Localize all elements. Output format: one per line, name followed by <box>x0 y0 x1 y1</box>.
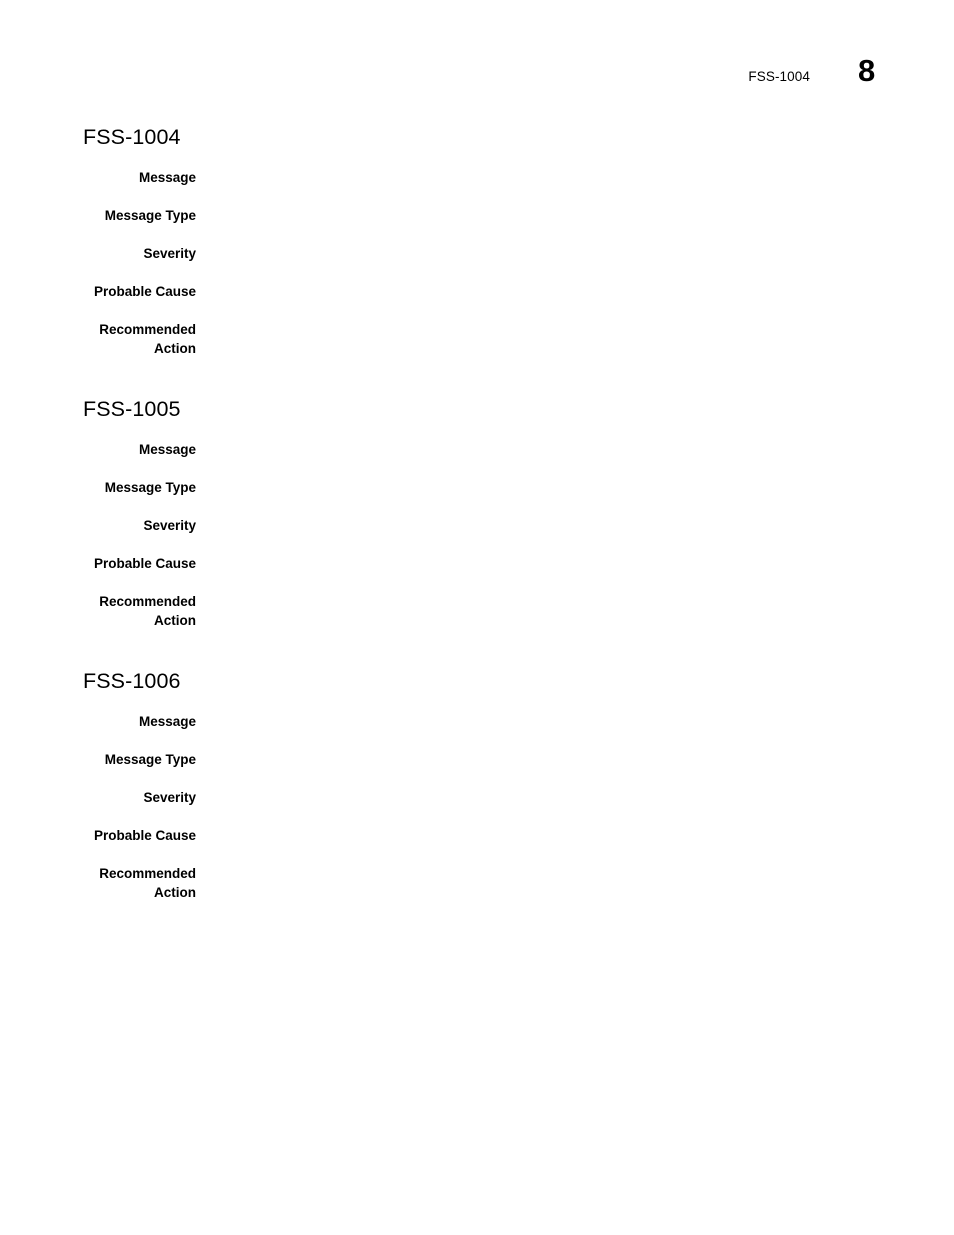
field-label-message: Message <box>138 170 196 185</box>
field-label-message-type: Message Type <box>104 752 196 767</box>
field-label-severity: Severity <box>143 246 196 261</box>
field-row: Message Type <box>0 750 954 769</box>
field-row: Recommended Action <box>0 592 954 630</box>
field-value-severity <box>196 516 954 535</box>
page-content: FSS-1004 Message Message Type Severity P… <box>0 124 954 902</box>
field-row: Message <box>0 440 954 459</box>
field-label-message-type: Message Type <box>104 480 196 495</box>
field-value-message-type <box>196 206 954 225</box>
section-heading: FSS-1005 <box>83 397 181 421</box>
field-row: Probable Cause <box>0 554 954 573</box>
field-row: Recommended Action <box>0 320 954 358</box>
field-list: Message Message Type Severity Probable C… <box>0 168 954 358</box>
field-value-message <box>196 168 954 187</box>
field-row: Severity <box>0 788 954 807</box>
field-row: Message Type <box>0 478 954 497</box>
field-list: Message Message Type Severity Probable C… <box>0 712 954 902</box>
running-header: FSS-1004 8 <box>0 55 880 97</box>
field-value-message <box>196 712 954 731</box>
message-section: FSS-1004 Message Message Type Severity P… <box>0 124 954 358</box>
field-label-probable-cause: Probable Cause <box>93 284 196 299</box>
field-label-recommended-action: Recommended Action <box>99 866 196 900</box>
document-page: FSS-1004 8 FSS-1004 Message Message Type… <box>0 0 954 1235</box>
field-label-probable-cause: Probable Cause <box>93 556 196 571</box>
section-heading: FSS-1004 <box>83 125 181 149</box>
header-document-id: FSS-1004 <box>748 69 810 84</box>
field-label-recommended-action: Recommended Action <box>99 594 196 628</box>
field-value-recommended-action <box>196 320 954 339</box>
field-value-probable-cause <box>196 826 954 845</box>
field-value-severity <box>196 244 954 263</box>
field-value-message-type <box>196 750 954 769</box>
section-heading: FSS-1006 <box>83 669 181 693</box>
field-label-message: Message <box>138 714 196 729</box>
message-section: FSS-1006 Message Message Type Severity P… <box>0 668 954 902</box>
field-row: Probable Cause <box>0 826 954 845</box>
field-label-message: Message <box>138 442 196 457</box>
field-row: Message <box>0 168 954 187</box>
field-value-probable-cause <box>196 554 954 573</box>
field-list: Message Message Type Severity Probable C… <box>0 440 954 630</box>
field-row: Probable Cause <box>0 282 954 301</box>
field-label-recommended-action: Recommended Action <box>99 322 196 356</box>
page-number: 8 <box>858 53 876 88</box>
field-value-probable-cause <box>196 282 954 301</box>
field-label-severity: Severity <box>143 518 196 533</box>
field-row: Message <box>0 712 954 731</box>
field-value-recommended-action <box>196 864 954 883</box>
message-section: FSS-1005 Message Message Type Severity P… <box>0 396 954 630</box>
field-value-message-type <box>196 478 954 497</box>
field-row: Severity <box>0 516 954 535</box>
field-label-probable-cause: Probable Cause <box>93 828 196 843</box>
field-value-recommended-action <box>196 592 954 611</box>
field-value-severity <box>196 788 954 807</box>
field-row: Severity <box>0 244 954 263</box>
field-label-severity: Severity <box>143 790 196 805</box>
field-row: Recommended Action <box>0 864 954 902</box>
field-label-message-type: Message Type <box>104 208 196 223</box>
field-value-message <box>196 440 954 459</box>
field-row: Message Type <box>0 206 954 225</box>
